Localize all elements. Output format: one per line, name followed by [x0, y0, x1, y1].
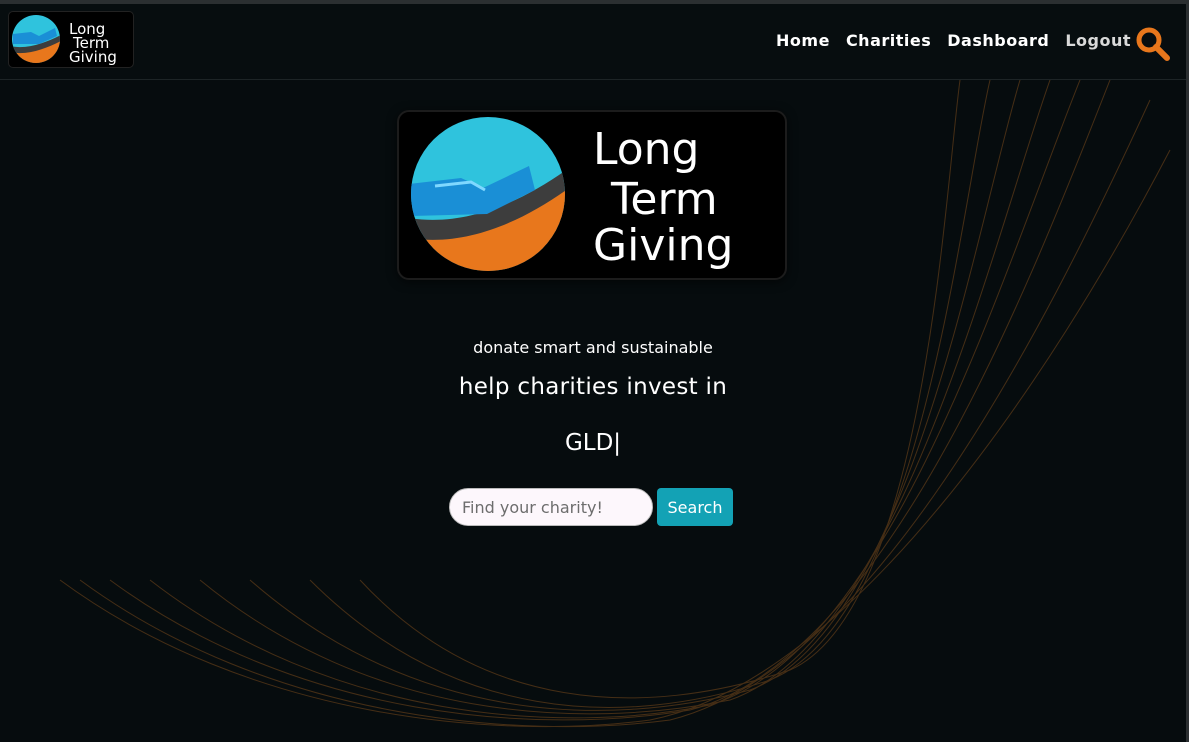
svg-text:Term: Term [610, 174, 718, 225]
nav-link-home[interactable]: Home [776, 31, 830, 50]
nav-links: Home Charities Dashboard Logout [760, 31, 1131, 50]
tagline: donate smart and sustainable [473, 338, 713, 357]
logo-icon: Long Term Giving [12, 15, 117, 66]
nav-link-charities[interactable]: Charities [846, 31, 931, 50]
svg-text:Giving: Giving [69, 48, 117, 66]
typed-text: GLD| [564, 430, 622, 456]
search-input[interactable] [449, 488, 653, 526]
svg-text:Giving: Giving [593, 220, 733, 271]
page: Long Term Giving Home Charities Dashboar… [0, 0, 1189, 742]
logo-icon: Long Term Giving [411, 117, 733, 271]
nav-link-logout[interactable]: Logout [1065, 31, 1131, 50]
search-form: Search [449, 488, 733, 526]
search-icon[interactable] [1135, 26, 1171, 62]
search-button[interactable]: Search [657, 488, 733, 526]
svg-text:Long: Long [593, 124, 699, 175]
hero-logo: Long Term Giving [397, 110, 787, 280]
navbar: Long Term Giving Home Charities Dashboar… [0, 4, 1186, 80]
headline: help charities invest in [458, 374, 728, 400]
nav-link-dashboard[interactable]: Dashboard [947, 31, 1049, 50]
nav-logo[interactable]: Long Term Giving [8, 11, 134, 68]
